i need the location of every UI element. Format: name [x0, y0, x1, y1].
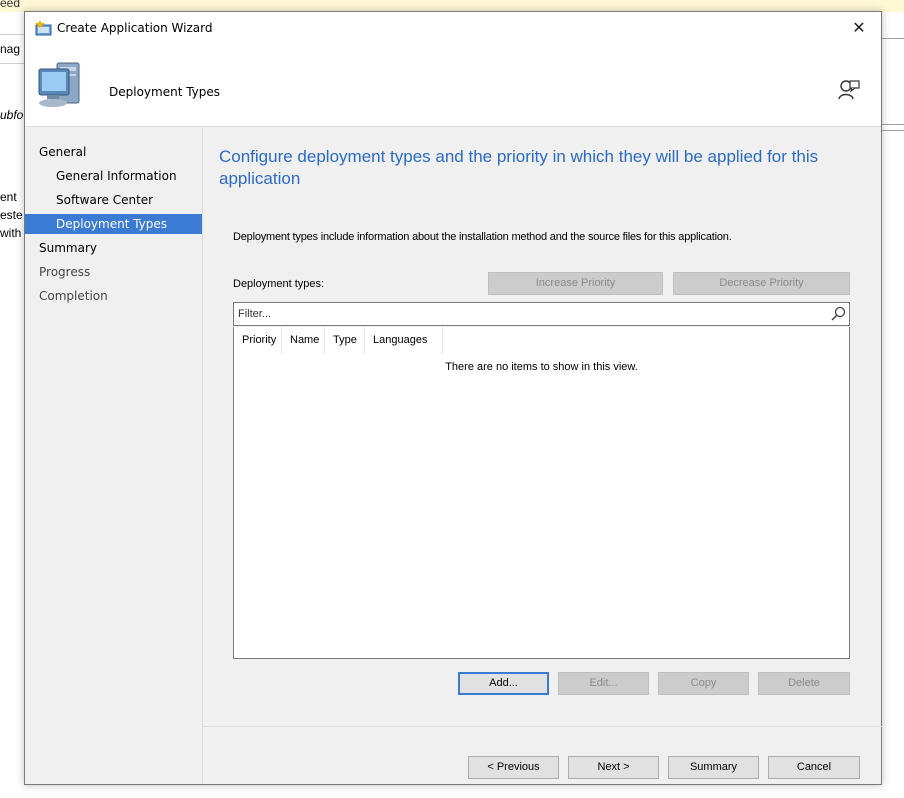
cancel-button[interactable]: Cancel [768, 756, 860, 779]
column-header-name[interactable]: Name [282, 327, 325, 354]
close-icon[interactable]: ✕ [837, 12, 881, 45]
next-button[interactable]: Next > [568, 756, 659, 779]
empty-list-message: There are no items to show in this view. [445, 361, 638, 373]
background-divider [882, 38, 904, 39]
search-icon[interactable] [830, 306, 846, 322]
add-button[interactable]: Add... [458, 672, 549, 695]
wizard-content: Configure deployment types and the prior… [202, 128, 882, 784]
nav-item-progress: Progress [39, 265, 91, 279]
background-notification-text: eed [0, 0, 21, 10]
help-person-icon[interactable] [837, 79, 861, 101]
summary-button[interactable]: Summary [668, 756, 759, 779]
increase-priority-button[interactable]: Increase Priority [488, 272, 663, 295]
background-text-fragment: nag [0, 42, 21, 56]
list-header: Priority Name Type Languages [234, 327, 849, 354]
page-heading: Configure deployment types and the prior… [219, 147, 819, 188]
background-text-fragment: ubfo [0, 108, 24, 122]
wizard-navigation: General General Information Software Cen… [25, 128, 202, 784]
nav-item-general-information[interactable]: General Information [25, 166, 202, 186]
page-title: Deployment Types [109, 85, 221, 99]
background-divider [882, 124, 904, 125]
computer-icon [38, 62, 80, 107]
window-title: Create Application Wizard [57, 21, 213, 35]
column-header-priority[interactable]: Priority [234, 327, 282, 354]
background-divider [882, 130, 904, 131]
column-header-type[interactable]: Type [325, 327, 365, 354]
delete-button[interactable]: Delete [758, 672, 850, 695]
deployment-types-label: Deployment types: [233, 278, 325, 290]
previous-button[interactable]: < Previous [468, 756, 559, 779]
nav-item-completion: Completion [39, 289, 108, 303]
nav-item-general[interactable]: General [25, 142, 202, 162]
title-bar: Create Application Wizard ✕ [25, 12, 881, 45]
nav-item-summary[interactable]: Summary [25, 238, 202, 258]
background-text-fragment: with [0, 226, 22, 240]
copy-button[interactable]: Copy [658, 672, 749, 695]
wizard-title-icon [35, 20, 52, 36]
filter-input[interactable]: Filter... [233, 302, 850, 326]
create-application-wizard: Create Application Wizard ✕ Deployment T… [24, 11, 882, 785]
decrease-priority-button[interactable]: Decrease Priority [673, 272, 850, 295]
nav-item-deployment-types[interactable]: Deployment Types [25, 214, 202, 234]
wizard-header: Deployment Types [25, 45, 881, 127]
edit-button[interactable]: Edit... [558, 672, 649, 695]
nav-item-software-center[interactable]: Software Center [25, 190, 202, 210]
background-text-fragment: este [0, 208, 23, 222]
filter-placeholder: Filter... [238, 308, 272, 320]
deployment-types-list[interactable]: Priority Name Type Languages There are n… [233, 327, 850, 659]
footer-divider [203, 726, 882, 727]
column-header-languages[interactable]: Languages [365, 327, 443, 354]
page-description: Deployment types include information abo… [233, 231, 732, 243]
background-text-fragment: ent [0, 190, 17, 204]
